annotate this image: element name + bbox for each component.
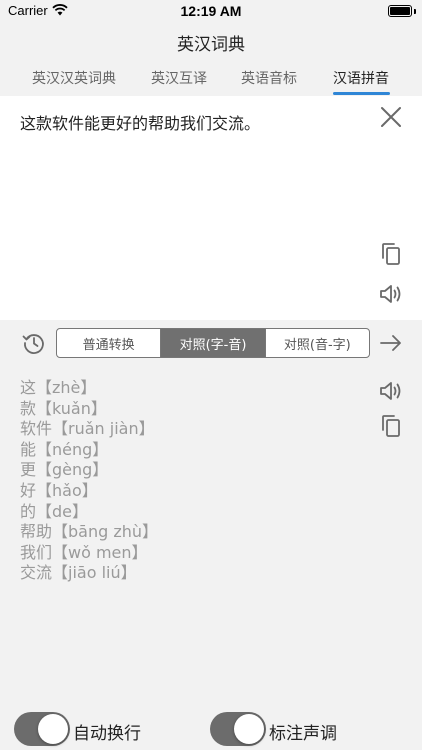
history-icon[interactable] [22, 331, 46, 355]
result-line: 的【de】 [20, 501, 89, 521]
speaker-icon[interactable] [378, 378, 404, 404]
active-tab-indicator [333, 92, 390, 95]
tab-english-phonetics[interactable]: 英语音标 [241, 68, 297, 88]
arrow-right-icon[interactable] [378, 331, 404, 355]
toggle-knob [38, 714, 68, 744]
tab-chinese-pinyin[interactable]: 汉语拼音 [333, 68, 389, 88]
result-line: 好【hǎo】 [20, 480, 98, 500]
result-line: 更【gèng】 [20, 460, 109, 480]
status-bar: Carrier 12:19 AM [0, 0, 422, 24]
result-list: 这【zhè】 款【kuǎn】 软件【ruǎn jiàn】 能【néng】 更【g… [20, 378, 158, 584]
tab-en-zh-dictionary[interactable]: 英汉汉英词典 [32, 68, 116, 88]
toggle-knob [234, 714, 264, 744]
result-line: 软件【ruǎn jiàn】 [20, 419, 155, 439]
copy-icon[interactable] [380, 242, 402, 266]
page-title: 英汉词典 [177, 35, 245, 55]
result-line: 这【zhè】 [20, 378, 97, 397]
auto-wrap-label: 自动换行 [73, 724, 141, 744]
input-panel[interactable]: 这款软件能更好的帮助我们交流。 [0, 96, 422, 320]
copy-icon[interactable] [380, 414, 402, 438]
mode-normal-convert[interactable]: 普通转换 [57, 329, 162, 357]
mode-char-to-pinyin[interactable]: 对照(字-音) [161, 329, 266, 357]
mark-tone-toggle[interactable] [210, 712, 266, 746]
mode-segmented-control: 普通转换 对照(字-音) 对照(音-字) [56, 328, 370, 358]
mode-pinyin-to-char[interactable]: 对照(音-字) [266, 329, 369, 357]
result-line: 交流【jiāo liú】 [20, 563, 137, 583]
auto-wrap-toggle[interactable] [14, 712, 70, 746]
mark-tone-label: 标注声调 [269, 724, 337, 744]
battery-nub [414, 9, 416, 14]
result-line: 款【kuǎn】 [20, 398, 107, 418]
close-icon[interactable] [378, 104, 404, 130]
input-text[interactable]: 这款软件能更好的帮助我们交流。 [20, 110, 260, 134]
speaker-icon[interactable] [378, 282, 404, 306]
result-line: 我们【wǒ men】 [20, 542, 148, 562]
battery-icon [388, 5, 412, 17]
tab-en-zh-translate[interactable]: 英汉互译 [151, 68, 207, 88]
result-line: 帮助【bāng zhù】 [20, 522, 159, 542]
status-time: 12:19 AM [180, 3, 242, 19]
result-line: 能【néng】 [20, 439, 109, 459]
